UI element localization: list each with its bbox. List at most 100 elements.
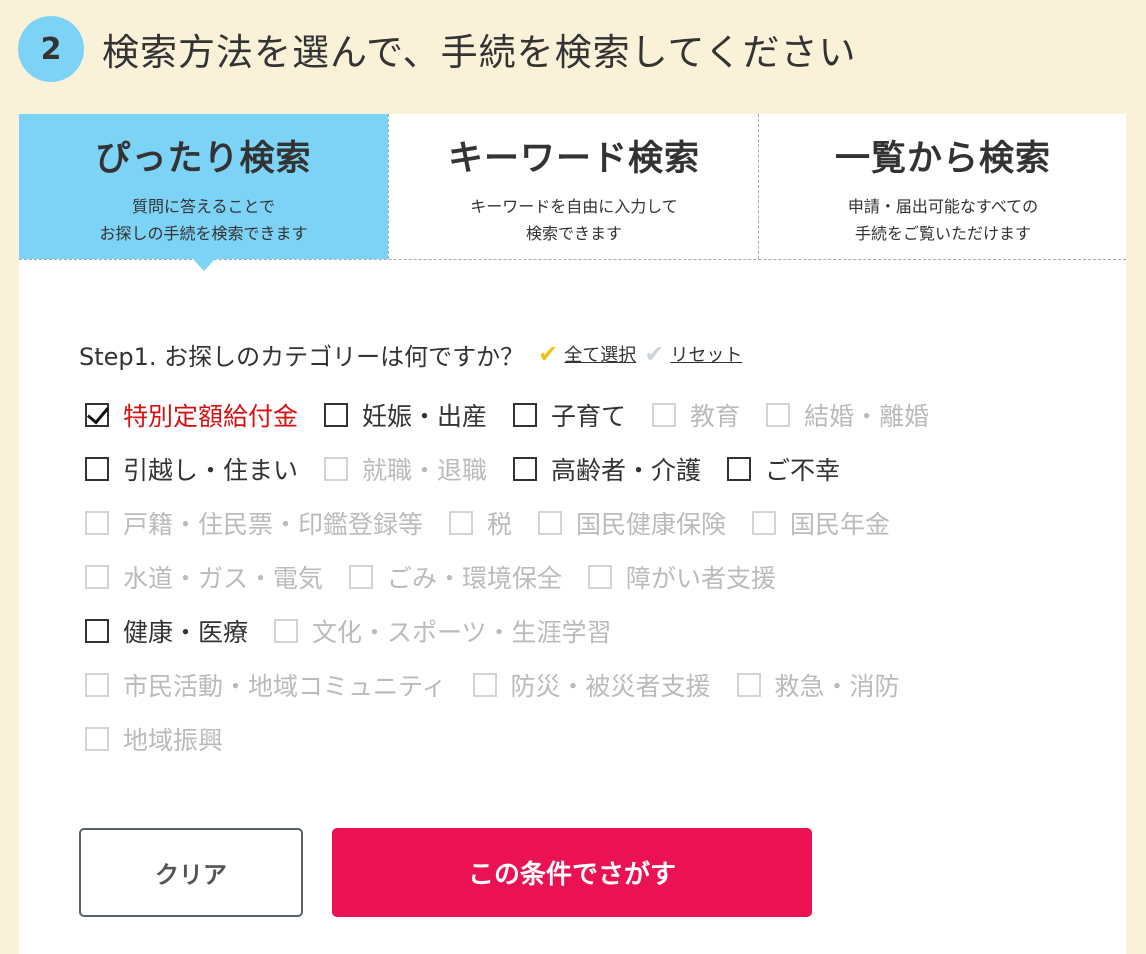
checkbox-icon bbox=[274, 619, 299, 643]
tab-list-search[interactable]: 一覧から検索 申請・届出可能なすべての 手続をご覧いただけます bbox=[758, 114, 1127, 259]
checkbox-icon[interactable] bbox=[513, 403, 538, 427]
checkbox-icon[interactable] bbox=[85, 401, 110, 427]
category-label: 障がい者支援 bbox=[626, 564, 777, 593]
category-checkbox: 市民活動・地域コミュニティ bbox=[85, 667, 447, 703]
checkbox-icon bbox=[752, 511, 777, 535]
category-label: 引越し・住まい bbox=[123, 456, 299, 485]
tab-description: 申請・届出可能なすべての 手続をご覧いただけます bbox=[848, 193, 1038, 247]
category-label: 就職・退職 bbox=[362, 456, 488, 485]
category-label: 救急・消防 bbox=[774, 672, 900, 701]
step1-row: Step1. お探しのカテゴリーは何ですか？ ✔ 全て選択 ✔ リセット bbox=[79, 336, 742, 372]
active-tab-pointer-icon bbox=[193, 259, 215, 271]
check-icon: ✔ bbox=[538, 340, 559, 368]
search-button[interactable]: この条件でさがす bbox=[332, 828, 812, 917]
category-checkbox[interactable]: 健康・医療 bbox=[85, 613, 248, 649]
section-title: 検索方法を選んで、手続を検索してください bbox=[102, 31, 857, 74]
tab-title: 一覧から検索 bbox=[834, 139, 1051, 179]
tab-keyword-search[interactable]: キーワード検索 キーワードを自由に入力して 検索できます bbox=[388, 114, 759, 259]
category-label: 特別定額給付金 bbox=[123, 402, 299, 431]
checkbox-icon bbox=[736, 673, 761, 697]
category-label: 高齢者・介護 bbox=[551, 456, 702, 485]
category-checkbox[interactable]: 妊娠・出産 bbox=[324, 397, 487, 433]
tab-desc-line: 検索できます bbox=[525, 224, 622, 243]
checkbox-icon[interactable] bbox=[85, 619, 109, 643]
category-checkbox: 国民年金 bbox=[752, 505, 890, 541]
category-checkbox: 結婚・離婚 bbox=[766, 397, 929, 433]
category-row: 地域振興 bbox=[85, 712, 1085, 766]
checkbox-icon bbox=[349, 565, 374, 589]
category-checkbox[interactable]: 特別定額給付金 bbox=[85, 397, 298, 433]
category-label: 健康・医療 bbox=[123, 618, 249, 647]
tab-title: キーワード検索 bbox=[447, 139, 700, 179]
checkbox-icon bbox=[472, 673, 497, 697]
category-checkbox: 文化・スポーツ・生涯学習 bbox=[274, 613, 612, 649]
category-checkbox[interactable]: 高齢者・介護 bbox=[513, 451, 701, 487]
checkbox-icon[interactable] bbox=[513, 457, 538, 481]
category-label: 妊娠・出産 bbox=[362, 402, 488, 431]
clear-button[interactable]: クリア bbox=[79, 828, 303, 917]
checkbox-icon bbox=[324, 457, 349, 481]
step1-question: Step1. お探しのカテゴリーは何ですか？ bbox=[79, 342, 525, 371]
category-checkbox: 就職・退職 bbox=[324, 451, 487, 487]
category-row: 水道・ガス・電気 ごみ・環境保全 障がい者支援 bbox=[85, 550, 1085, 604]
section-header: 2 検索方法を選んで、手続を検索してください bbox=[18, 14, 856, 84]
category-label: 戸籍・住民票・印鑑登録等 bbox=[123, 510, 424, 539]
category-checkbox: 教育 bbox=[652, 397, 740, 433]
tab-pittari-search[interactable]: ぴったり検索 質問に答えることで お探しの手続を検索できます bbox=[19, 114, 388, 259]
category-checkbox-list: 特別定額給付金 妊娠・出産 子育て 教育 結婚・離婚引越し・住まい 就職・退職 高齢者・介護… bbox=[85, 388, 1085, 766]
checkbox-icon bbox=[588, 565, 613, 589]
category-label: 水道・ガス・電気 bbox=[123, 564, 324, 593]
search-panel: ぴったり検索 質問に答えることで お探しの手続を検索できます キーワード検索 キ… bbox=[19, 114, 1126, 954]
checkbox-icon bbox=[85, 565, 109, 589]
tab-desc-line: 質問に答えることで bbox=[131, 197, 276, 216]
category-checkbox: 救急・消防 bbox=[736, 667, 900, 703]
checkbox-icon bbox=[766, 403, 791, 427]
category-checkbox[interactable]: 子育て bbox=[513, 397, 626, 433]
category-row: 健康・医療 文化・スポーツ・生涯学習 bbox=[85, 604, 1085, 658]
category-checkbox: 防災・被災者支援 bbox=[472, 667, 711, 703]
category-label: 税 bbox=[487, 510, 513, 539]
category-label: 子育て bbox=[551, 402, 627, 431]
tab-desc-line: お探しの手続を検索できます bbox=[99, 224, 308, 243]
tab-desc-line: 手続をご覧いただけます bbox=[854, 224, 1031, 243]
check-icon: ✔ bbox=[644, 340, 665, 368]
tab-description: 質問に答えることで お探しの手続を検索できます bbox=[99, 193, 307, 247]
category-row: 特別定額給付金 妊娠・出産 子育て 教育 結婚・離婚 bbox=[85, 388, 1085, 442]
category-label: 文化・スポーツ・生涯学習 bbox=[312, 618, 612, 647]
category-row: 引越し・住まい 就職・退職 高齢者・介護 ご不幸 bbox=[85, 442, 1085, 496]
category-checkbox[interactable]: ご不幸 bbox=[727, 451, 840, 487]
category-label: 結婚・離婚 bbox=[804, 402, 930, 431]
category-checkbox: 障がい者支援 bbox=[588, 559, 776, 595]
category-checkbox: 戸籍・住民票・印鑑登録等 bbox=[85, 505, 423, 541]
category-checkbox: 水道・ガス・電気 bbox=[85, 559, 323, 595]
category-label: ごみ・環境保全 bbox=[387, 564, 563, 593]
category-row: 市民活動・地域コミュニティ 防災・被災者支援 救急・消防 bbox=[85, 658, 1085, 712]
reset-link[interactable]: リセット bbox=[670, 341, 742, 367]
tab-title: ぴったり検索 bbox=[95, 139, 312, 179]
checkbox-icon bbox=[85, 511, 109, 535]
tab-desc-line: キーワードを自由に入力して bbox=[470, 197, 678, 216]
category-checkbox: 地域振興 bbox=[85, 721, 223, 757]
step-number-badge: 2 bbox=[18, 16, 84, 82]
checkbox-icon[interactable] bbox=[85, 457, 109, 481]
checkbox-icon bbox=[538, 511, 563, 535]
category-checkbox: ごみ・環境保全 bbox=[349, 559, 562, 595]
category-label: 地域振興 bbox=[123, 726, 224, 755]
tab-description: キーワードを自由に入力して 検索できます bbox=[470, 193, 678, 247]
category-label: 教育 bbox=[690, 402, 741, 431]
tab-desc-line: 申請・届出可能なすべての bbox=[847, 197, 1039, 216]
category-label: ご不幸 bbox=[765, 456, 841, 485]
category-row: 戸籍・住民票・印鑑登録等 税 国民健康保険 国民年金 bbox=[85, 496, 1085, 550]
checkbox-icon bbox=[85, 673, 109, 697]
category-checkbox: 税 bbox=[449, 505, 512, 541]
checkbox-icon[interactable] bbox=[324, 403, 349, 427]
checkbox-icon bbox=[652, 403, 677, 427]
checkbox-icon[interactable] bbox=[727, 457, 752, 481]
category-label: 市民活動・地域コミュニティ bbox=[123, 672, 447, 701]
category-checkbox: 国民健康保険 bbox=[538, 505, 726, 541]
category-checkbox[interactable]: 引越し・住まい bbox=[85, 451, 298, 487]
category-label: 国民健康保険 bbox=[576, 510, 727, 539]
category-label: 国民年金 bbox=[790, 510, 891, 539]
checkbox-icon bbox=[85, 727, 109, 751]
select-all-link[interactable]: 全て選択 bbox=[564, 341, 636, 367]
